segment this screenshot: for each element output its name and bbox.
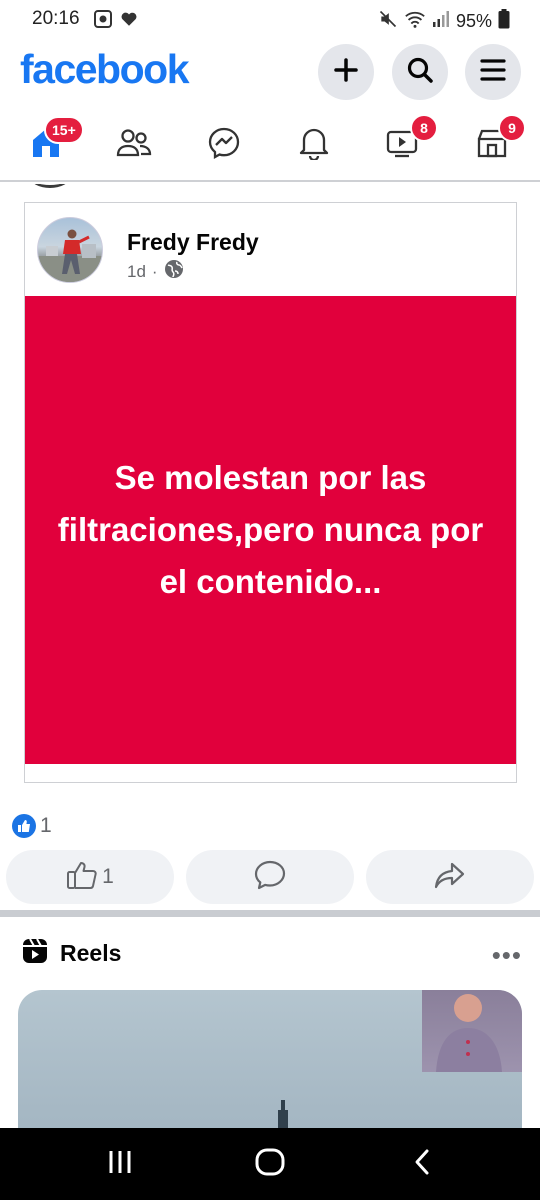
- shared-post-card[interactable]: Fredy Fredy 1d · Se molestan por las fil…: [24, 202, 517, 783]
- reels-icon: [22, 938, 48, 969]
- heart-icon: [120, 10, 138, 33]
- reel-inset-image: [422, 990, 522, 1072]
- tab-home[interactable]: 15+: [16, 116, 84, 170]
- tab-messenger[interactable]: [194, 120, 254, 170]
- back-button[interactable]: [402, 1146, 442, 1182]
- menu-button[interactable]: [465, 44, 521, 100]
- recent-apps-icon: [106, 1149, 134, 1180]
- previous-post-edge: [30, 184, 70, 188]
- like-reaction-icon: [12, 814, 36, 838]
- reels-more-button[interactable]: •••: [492, 940, 522, 971]
- post-time[interactable]: 1d: [127, 262, 146, 282]
- post-text-background[interactable]: Se molestan por las filtraciones,pero nu…: [25, 296, 516, 764]
- bell-icon: [298, 126, 330, 165]
- comment-icon: [254, 860, 286, 895]
- avatar[interactable]: [37, 217, 103, 283]
- like-count: 1: [102, 865, 114, 888]
- reels-header: Reels: [22, 938, 121, 969]
- create-button[interactable]: [318, 44, 374, 100]
- share-button[interactable]: [366, 850, 534, 904]
- reaction-count: 1: [40, 814, 52, 837]
- tab-notifications[interactable]: [284, 120, 344, 170]
- back-icon: [412, 1148, 432, 1181]
- notification-app-icon: [94, 10, 112, 33]
- home-circle-icon: [255, 1148, 285, 1181]
- meta-separator: ·: [151, 261, 158, 281]
- post-meta: 1d ·: [127, 259, 184, 284]
- search-icon: [406, 56, 434, 89]
- system-navigation-bar: [0, 1128, 540, 1200]
- messenger-icon: [207, 126, 241, 165]
- battery-percent: 95%: [455, 11, 492, 31]
- plus-icon: [333, 57, 359, 88]
- badge-marketplace: 9: [498, 114, 526, 142]
- status-time: 20:16: [32, 8, 80, 29]
- app-header: facebook: [0, 38, 540, 106]
- tab-friends[interactable]: [104, 120, 164, 170]
- comment-button[interactable]: [186, 850, 354, 904]
- like-button[interactable]: 1: [6, 850, 174, 904]
- mute-icon: [378, 9, 398, 34]
- status-bar: 20:16 95%: [0, 0, 540, 38]
- battery-icon: [498, 9, 510, 34]
- nav-tabs: 15+ 8 9: [0, 110, 540, 182]
- signal-icon: [432, 10, 450, 33]
- reel-thumbnail[interactable]: [18, 990, 522, 1128]
- badge-video: 8: [410, 114, 438, 142]
- thumbs-up-icon: [66, 860, 98, 895]
- news-feed[interactable]: Fredy Fredy 1d · Se molestan por las fil…: [0, 184, 540, 1128]
- search-button[interactable]: [392, 44, 448, 100]
- share-icon: [434, 861, 466, 894]
- menu-icon: [479, 58, 507, 87]
- recent-apps-button[interactable]: [100, 1146, 140, 1182]
- tab-marketplace[interactable]: 9: [462, 114, 526, 170]
- facebook-logo[interactable]: facebook: [20, 46, 190, 93]
- badge-home: 15+: [44, 116, 84, 144]
- home-button[interactable]: [250, 1146, 290, 1182]
- tab-video[interactable]: 8: [372, 114, 438, 170]
- reaction-summary[interactable]: 1: [12, 814, 52, 838]
- post-quote-text: Se molestan por las filtraciones,pero nu…: [57, 459, 484, 600]
- section-divider: [0, 910, 540, 917]
- reels-title: Reels: [60, 940, 122, 966]
- post-author-name[interactable]: Fredy Fredy: [127, 229, 259, 256]
- globe-icon: [164, 259, 184, 284]
- friends-icon: [116, 127, 152, 164]
- wifi-icon: [404, 9, 426, 34]
